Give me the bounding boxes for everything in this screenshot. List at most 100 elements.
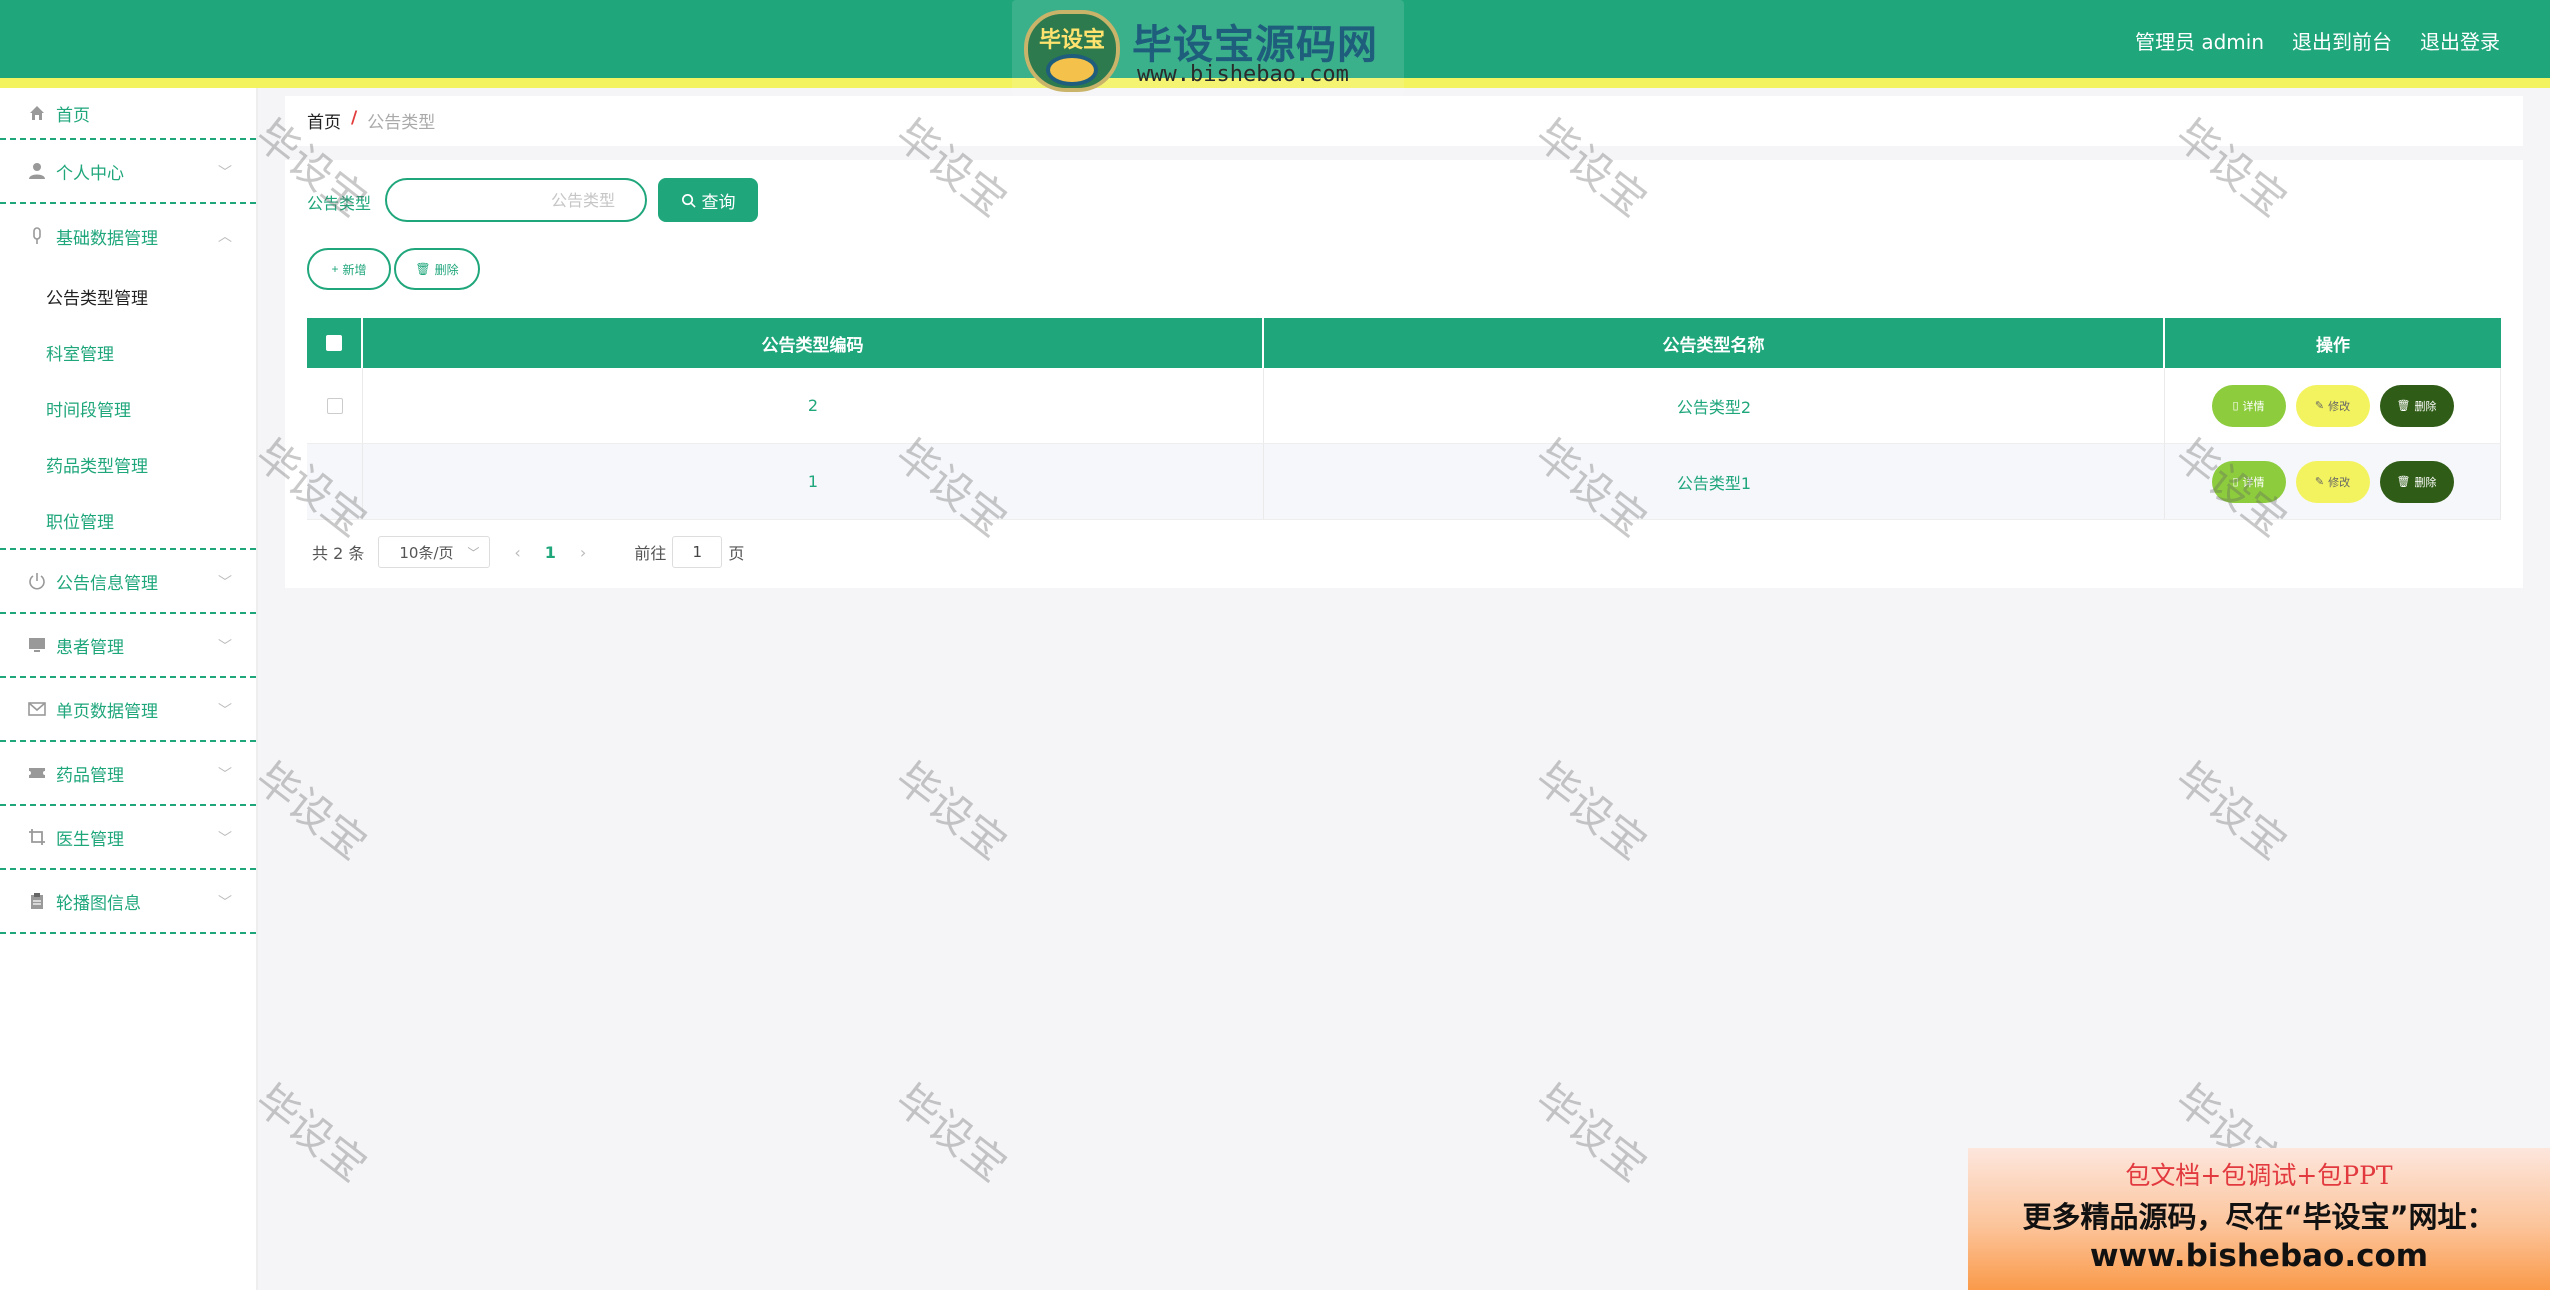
sidebar-item-notice-info[interactable]: 公告信息管理 ﹀	[0, 550, 256, 614]
column-header-code[interactable]: 公告类型编码	[363, 318, 1264, 368]
crop-icon	[28, 828, 46, 846]
watermark: 毕设宝	[1526, 1074, 1656, 1191]
sidebar-item-label: 药品管理	[56, 765, 124, 786]
column-header-name[interactable]: 公告类型名称	[1264, 318, 2165, 368]
watermark: 毕设宝	[886, 1074, 1016, 1191]
sidebar-item-label: 首页	[56, 105, 90, 126]
search-button[interactable]: 查询	[658, 178, 758, 222]
watermark: 毕设宝	[246, 752, 376, 869]
chevron-down-icon: ﹀	[218, 639, 232, 655]
detail-button[interactable]: ▯ 详情	[2211, 384, 2286, 427]
sidebar-item-drug[interactable]: 药品管理 ﹀	[0, 742, 256, 806]
sidebar-item-home[interactable]: 首页	[0, 88, 256, 140]
chevron-down-icon: ﹀	[218, 895, 232, 911]
exit-to-front-link[interactable]: 退出到前台	[2292, 26, 2392, 55]
batch-delete-button[interactable]: 🗑 删除	[394, 248, 480, 290]
next-page-button[interactable]: ›	[580, 543, 586, 562]
prev-page-button[interactable]: ‹	[514, 543, 520, 562]
breadcrumb-home[interactable]: 首页	[307, 108, 341, 133]
plus-icon: +	[331, 262, 339, 276]
sidebar-item-basic-data[interactable]: 基础数据管理 ︿	[0, 204, 256, 268]
sidebar-item-carousel[interactable]: 轮播图信息 ﹀	[0, 870, 256, 934]
trash-icon: 🗑	[2396, 476, 2411, 488]
promo-line-1: 包文档+包调试+包PPT	[2125, 1161, 2393, 1190]
cell-name: 公告类型1	[1264, 444, 2165, 519]
page-size-select[interactable]: 10条/页 ﹀	[378, 536, 491, 568]
user-icon	[28, 162, 46, 180]
table-row: 2 公告类型2 ▯ 详情 ✎ 修改 🗑 删除	[307, 368, 2501, 444]
document-icon: ▯	[2232, 400, 2239, 412]
sidebar-item-label: 轮播图信息	[56, 893, 141, 914]
logout-link[interactable]: 退出登录	[2420, 26, 2500, 55]
sidebar-item-label: 单页数据管理	[56, 701, 158, 722]
row-select-cell	[307, 368, 363, 443]
chevron-down-icon: ﹀	[218, 575, 232, 591]
add-button[interactable]: + 新增	[307, 248, 391, 290]
delete-label: 删除	[2414, 476, 2437, 489]
logo-badge-text: 毕设宝	[1038, 28, 1105, 53]
search-label: 公告类型	[307, 194, 372, 213]
chevron-down-icon: ﹀	[218, 703, 232, 719]
current-page-number[interactable]: 1	[545, 543, 556, 562]
chevron-down-icon: ﹀	[218, 165, 232, 181]
watermark: 毕设宝	[1526, 752, 1656, 869]
delete-button[interactable]: 🗑 删除	[2379, 384, 2454, 427]
sidebar-item-label: 公告信息管理	[56, 573, 158, 594]
mic-icon	[28, 227, 46, 245]
promo-line-3: www.bishebao.com	[2089, 1238, 2429, 1274]
notice-type-search-input[interactable]	[385, 178, 647, 222]
sidebar-subitem-department[interactable]: 科室管理	[0, 324, 256, 380]
detail-button[interactable]: ▯ 详情	[2211, 460, 2286, 503]
monitor-icon	[28, 636, 46, 654]
select-all-checkbox[interactable]	[326, 335, 342, 351]
delete-label: 删除	[2414, 400, 2437, 413]
watermark: 毕设宝	[2166, 752, 2296, 869]
sidebar-item-doctor[interactable]: 医生管理 ﹀	[0, 806, 256, 870]
goto-page-input[interactable]: 1	[672, 536, 723, 568]
detail-label: 详情	[2242, 400, 2265, 413]
row-select-cell	[307, 444, 363, 519]
watermark: 毕设宝	[246, 1074, 376, 1191]
breadcrumb: 首页 / 公告类型	[307, 108, 435, 133]
sidebar-item-patient[interactable]: 患者管理 ﹀	[0, 614, 256, 678]
admin-user-label: 管理员 admin	[2134, 30, 2264, 54]
sidebar-subitem-position[interactable]: 职位管理	[0, 492, 256, 548]
home-icon	[28, 104, 46, 122]
logo-url: www.bishebao.com	[1137, 62, 1349, 87]
page-size-value: 10条/页	[399, 543, 454, 562]
search-button-label: 查询	[701, 192, 736, 212]
breadcrumb-bar: 首页 / 公告类型	[285, 96, 2523, 146]
sidebar-item-personal-center[interactable]: 个人中心 ﹀	[0, 140, 256, 204]
sidebar-item-label: 医生管理	[56, 829, 124, 850]
chevron-down-icon: ﹀	[467, 545, 480, 560]
mail-icon	[28, 700, 46, 718]
pagination: 共 2 条 10条/页 ﹀ ‹ 1 › 前往 1 页	[312, 536, 744, 568]
promo-line-2: 更多精品源码，尽在“毕设宝”网址：	[2022, 1200, 2496, 1234]
sidebar-subitem-notice-type[interactable]: 公告类型管理	[0, 268, 256, 324]
search-icon	[681, 193, 696, 208]
pencil-icon: ✎	[2314, 400, 2325, 412]
edit-label: 修改	[2328, 400, 2351, 413]
promo-banner: 包文档+包调试+包PPT 更多精品源码，尽在“毕设宝”网址： www.bishe…	[1968, 1148, 2550, 1290]
sidebar-subitem-time-slot[interactable]: 时间段管理	[0, 380, 256, 436]
delete-button[interactable]: 🗑 删除	[2379, 460, 2454, 503]
graduation-cap-icon	[1046, 54, 1098, 86]
cell-code: 1	[363, 444, 1264, 519]
main-content: 公告类型 查询 + 新增 🗑 删除 公告类型编码 公告类型名称 操作 2 公告类…	[285, 160, 2523, 588]
cell-code: 2	[363, 368, 1264, 443]
chevron-up-icon: ︿	[218, 229, 232, 245]
table-row: 1 公告类型1 ▯ 详情 ✎ 修改 🗑 删除	[307, 444, 2501, 520]
watermark: 毕设宝	[886, 752, 1016, 869]
trash-icon: 🗑	[415, 262, 431, 276]
delete-button-label: 删除	[434, 262, 459, 277]
power-icon	[28, 572, 46, 590]
sidebar-item-label: 患者管理	[56, 637, 124, 658]
sidebar-item-single-page[interactable]: 单页数据管理 ﹀	[0, 678, 256, 742]
chevron-down-icon: ﹀	[218, 767, 232, 783]
edit-button[interactable]: ✎ 修改	[2295, 460, 2370, 503]
edit-label: 修改	[2328, 476, 2351, 489]
add-button-label: 新增	[342, 262, 367, 277]
row-checkbox[interactable]	[326, 397, 343, 414]
sidebar-subitem-drug-type[interactable]: 药品类型管理	[0, 436, 256, 492]
edit-button[interactable]: ✎ 修改	[2295, 384, 2370, 427]
